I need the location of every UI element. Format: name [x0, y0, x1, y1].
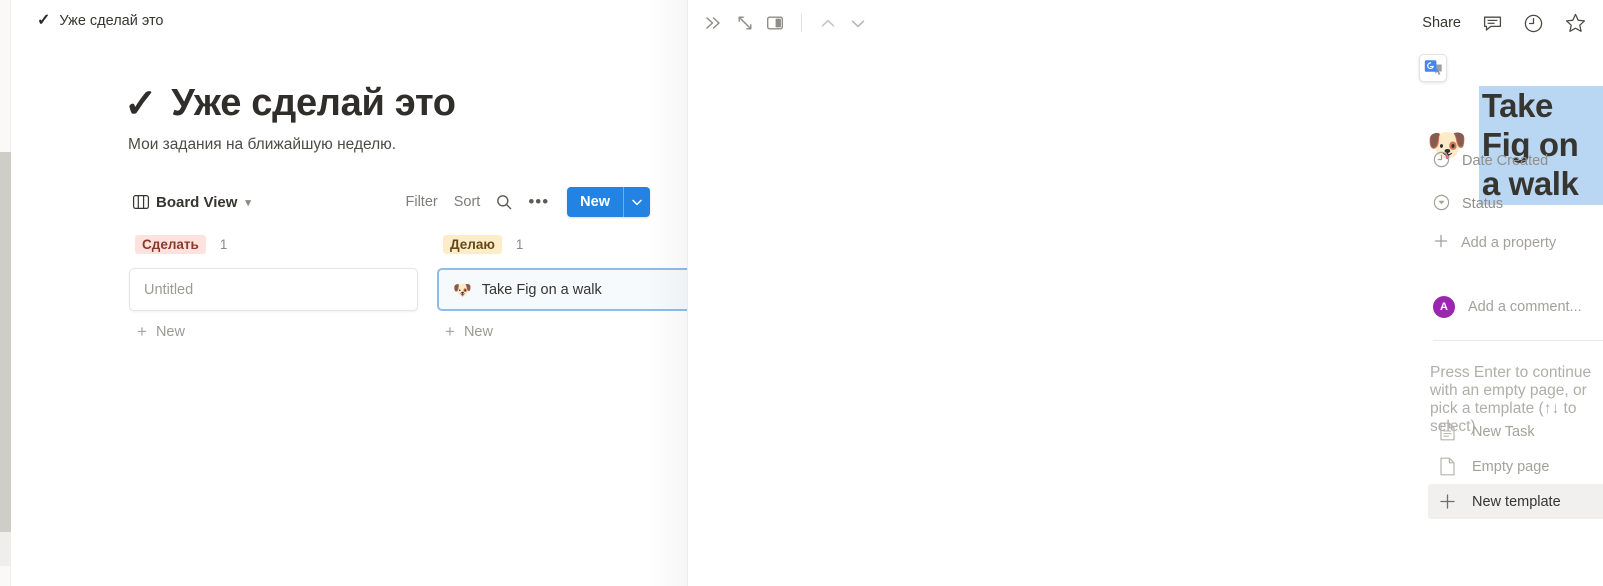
column-new-label: New — [463, 323, 493, 340]
document-blank-icon — [1439, 457, 1456, 476]
plus-icon — [1439, 493, 1456, 510]
column-count: 1 — [219, 236, 228, 252]
template-list: New Task Empty page New template — [1428, 414, 1603, 519]
new-button-dropdown[interactable] — [623, 187, 650, 217]
board-view-icon — [133, 195, 149, 209]
add-property-button[interactable]: Add a property — [1433, 233, 1603, 253]
board-card[interactable]: Untitled — [129, 268, 418, 311]
template-item-new-task[interactable]: New Task — [1428, 414, 1603, 449]
template-item-empty-page[interactable]: Empty page — [1428, 449, 1603, 484]
document-lines-icon — [1439, 422, 1456, 441]
plus-icon: + — [137, 322, 147, 341]
comment-icon[interactable] — [1483, 15, 1502, 32]
expand-arrows-icon[interactable] — [737, 15, 753, 31]
column-status-badge: Делаю — [443, 234, 502, 254]
header-divider — [801, 14, 802, 32]
board-card-selected[interactable]: 🐶 Take Fig on a walk — [437, 268, 687, 311]
side-peek-icon[interactable] — [767, 16, 783, 30]
template-item-new-template[interactable]: New template — [1428, 484, 1603, 519]
property-label-text: Date Created — [1462, 153, 1549, 169]
property-row-status[interactable]: Status Делаю — [1433, 190, 1603, 218]
breadcrumb-label: Уже сделай это — [59, 13, 164, 29]
template-item-label: Empty page — [1472, 458, 1550, 475]
check-icon: ✓ — [37, 12, 51, 29]
left-scrollbar-thumb[interactable] — [0, 152, 11, 532]
page-subtitle: Мои задания на ближайшую неделю. — [128, 136, 397, 153]
page-properties: Date Created November 2, 2022 8:23 AM St… — [1433, 147, 1603, 253]
plus-icon: + — [445, 322, 455, 341]
board-columns: Сделать 1 Untitled + New Делаю 1 🐶 Take … — [129, 232, 687, 340]
column-new-label: New — [155, 323, 185, 340]
left-scrollbar-thumb-secondary[interactable] — [0, 532, 11, 566]
column-header: Делаю 1 — [437, 232, 687, 256]
view-tab-label: Board View — [156, 193, 238, 211]
property-label-text: Status — [1462, 196, 1504, 212]
panel-header: Share — [688, 0, 1603, 46]
template-item-label: New template — [1472, 493, 1561, 510]
ellipsis-icon[interactable]: ••• — [528, 193, 549, 210]
column-status-badge: Сделать — [135, 234, 206, 254]
double-chevron-right-icon[interactable] — [705, 16, 723, 30]
property-label: Status — [1433, 194, 1603, 215]
panel-header-left-controls — [688, 14, 866, 32]
comment-input-placeholder[interactable]: Add a comment... — [1468, 299, 1582, 315]
add-property-label: Add a property — [1461, 235, 1557, 251]
page-title-block: ✓ Уже сделай это Мои задания на ближайшу… — [124, 82, 456, 154]
page-title-text: Уже сделай это — [171, 82, 456, 125]
sort-button[interactable]: Sort — [454, 194, 481, 210]
panel-header-right-controls: Share — [1422, 13, 1603, 33]
view-tab-board[interactable]: Board View ▾ — [129, 191, 255, 214]
avatar[interactable]: A — [1433, 296, 1455, 318]
new-button[interactable]: New — [567, 187, 623, 217]
column-header: Сделать 1 — [129, 232, 418, 256]
new-button-group: New — [567, 187, 650, 217]
content-divider — [1433, 340, 1603, 341]
check-icon: ✓ — [124, 82, 158, 126]
chevron-up-icon[interactable] — [820, 18, 836, 29]
column-new-button[interactable]: + New — [437, 323, 687, 340]
board-column-doing: Делаю 1 🐶 Take Fig on a walk + New — [437, 232, 687, 340]
select-icon — [1433, 194, 1450, 215]
chevron-down-icon[interactable] — [850, 18, 866, 29]
search-icon[interactable] — [496, 194, 512, 210]
side-peek-panel: Share 🐶 Take Fig on a walk Date Created … — [687, 0, 1603, 586]
page-title: ✓ Уже сделай это — [124, 82, 456, 126]
left-scrollbar-track[interactable] — [0, 0, 11, 586]
dog-emoji-icon: 🐶 — [453, 281, 472, 299]
card-title: Take Fig on a walk — [481, 281, 602, 298]
breadcrumb[interactable]: ✓ Уже сделай это — [37, 12, 164, 30]
star-icon[interactable] — [1565, 13, 1586, 33]
card-title: Untitled — [144, 281, 194, 298]
column-new-button[interactable]: + New — [129, 323, 418, 340]
board-column-todo: Сделать 1 Untitled + New — [129, 232, 418, 340]
comment-composer[interactable]: A Add a comment... — [1433, 296, 1582, 318]
column-count: 1 — [515, 236, 524, 252]
property-label: Date Created — [1433, 151, 1603, 172]
template-item-label: New Task — [1472, 423, 1535, 440]
share-button[interactable]: Share — [1422, 15, 1461, 31]
google-translate-icon[interactable] — [1419, 54, 1447, 82]
clock-icon[interactable] — [1524, 14, 1543, 33]
property-row-date-created[interactable]: Date Created November 2, 2022 8:23 AM — [1433, 147, 1603, 175]
plus-icon — [1433, 233, 1449, 253]
clock-icon — [1433, 151, 1450, 172]
chevron-down-icon: ▾ — [245, 196, 251, 209]
database-toolbar: Board View ▾ Filter Sort ••• New — [129, 185, 650, 219]
notion-app-window: ✓ Уже сделай это ✓ Уже сделай это Мои за… — [0, 0, 1603, 586]
workspace-content: ✓ Уже сделай это ✓ Уже сделай это Мои за… — [11, 0, 687, 586]
filter-button[interactable]: Filter — [405, 194, 437, 210]
